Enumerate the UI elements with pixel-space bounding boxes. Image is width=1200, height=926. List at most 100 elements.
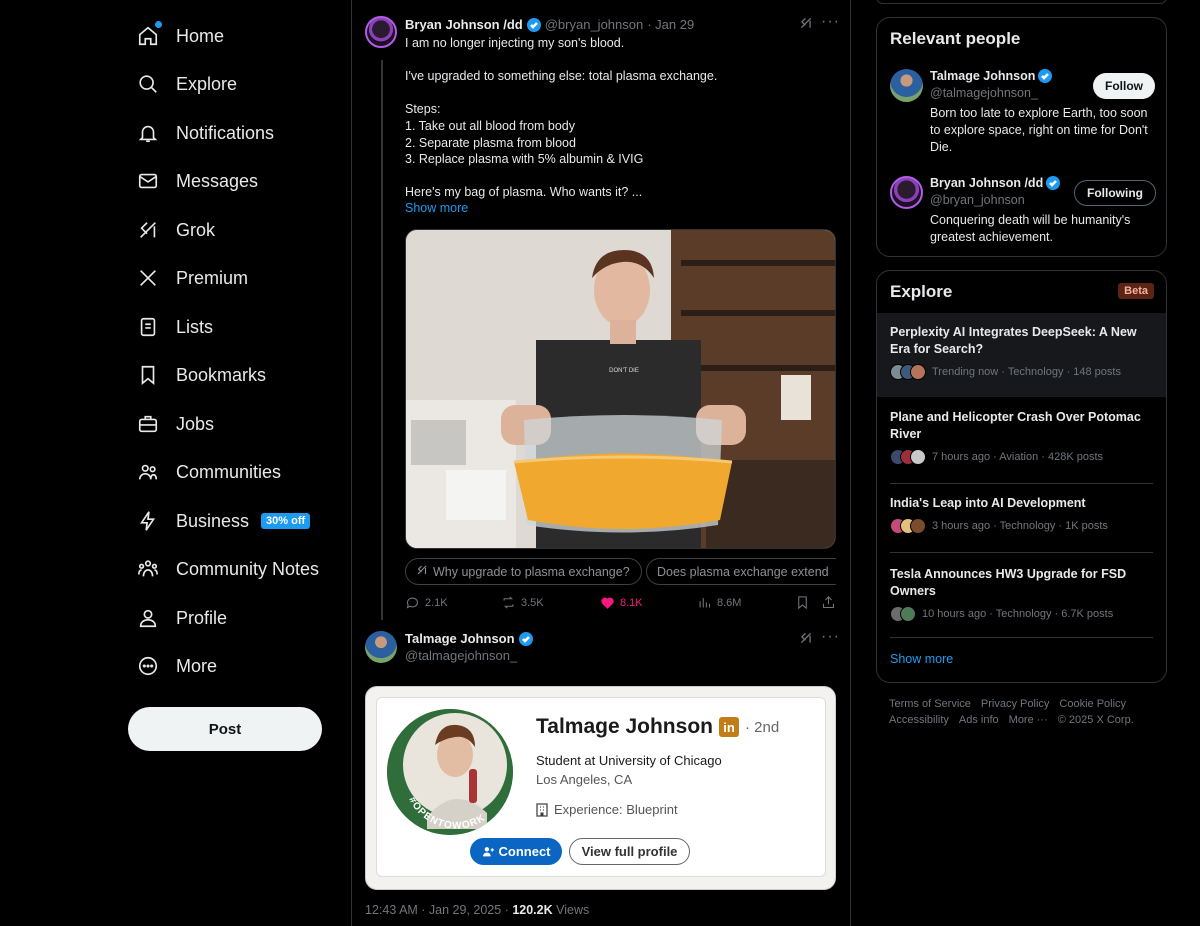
trend-item[interactable]: Plane and Helicopter Crash Over Potomac … [877, 409, 1166, 465]
briefcase-icon [136, 412, 160, 436]
tweet-datetime[interactable]: 12:43 AM · Jan 29, 2025 · [365, 903, 509, 917]
lightning-icon [136, 509, 160, 533]
person-name[interactable]: Talmage Johnson [930, 69, 1035, 83]
author-name[interactable]: Talmage Johnson [405, 631, 515, 646]
nav-label: Profile [176, 607, 228, 628]
explore-panel: Explore Beta Perplexity AI Integrates De… [876, 270, 1167, 683]
following-button[interactable]: Following [1074, 180, 1156, 206]
nav-bookmarks[interactable]: Bookmarks [136, 355, 266, 395]
show-more-link[interactable]: Show more [405, 201, 468, 215]
nav-notifications[interactable]: Notifications [136, 113, 274, 153]
share-icon [822, 596, 835, 609]
terms-link[interactable]: Terms of Service [889, 698, 971, 710]
avatar[interactable] [890, 69, 923, 102]
more-link[interactable]: More ··· [1009, 714, 1048, 726]
panel-title: Explore [890, 282, 953, 301]
trend-meta-row: 7 hours ago · Aviation · 428K posts [890, 449, 1153, 465]
bookmark-icon [798, 596, 807, 610]
facepile [890, 606, 916, 622]
nav-more[interactable]: More [136, 646, 217, 686]
author-name[interactable]: Bryan Johnson /dd [405, 17, 523, 32]
person-name-line: Bryan Johnson /dd [930, 176, 1061, 190]
nav-grok[interactable]: Grok [136, 210, 215, 250]
nav-explore[interactable]: Explore [136, 64, 237, 104]
panel-top-stub [876, 0, 1167, 4]
divider [890, 637, 1153, 638]
like-button[interactable]: 8.1K [600, 595, 643, 610]
nav-label: Jobs [176, 413, 215, 434]
tweet-text: I am no longer injecting my son's blood.… [405, 36, 718, 200]
follow-button[interactable]: Follow [1093, 73, 1155, 99]
more-options-icon[interactable]: ··· [821, 628, 840, 646]
accessibility-link[interactable]: Accessibility [889, 714, 949, 726]
reply-author: Talmage Johnson [405, 631, 533, 646]
person-name[interactable]: Bryan Johnson /dd [930, 176, 1043, 190]
trend-meta-row: 3 hours ago · Technology · 1K posts [890, 518, 1153, 534]
footer-links: Terms of Service Privacy Policy Cookie P… [889, 698, 1126, 710]
repost-button[interactable]: 3.5K [501, 595, 544, 610]
experience-text: Experience: Blueprint [554, 802, 678, 817]
grok-icon [136, 218, 160, 242]
author-handle[interactable]: @talmagejohnson_ [405, 648, 517, 663]
grok-icon[interactable] [799, 16, 813, 33]
avatar[interactable] [890, 176, 923, 209]
tweet-photo[interactable]: DON'T DIE [405, 229, 836, 549]
divider [890, 552, 1153, 553]
nav-label: Lists [176, 316, 214, 337]
nav-jobs[interactable]: Jobs [136, 404, 214, 444]
avatar[interactable] [365, 631, 397, 663]
nav-community-notes[interactable]: Community Notes [136, 549, 319, 589]
reply-button[interactable]: 2.1K [405, 595, 448, 610]
grok-icon[interactable] [799, 631, 813, 648]
ads-info-link[interactable]: Ads info [959, 714, 999, 726]
views-label: Views [556, 903, 590, 917]
connect-button: Connect [470, 838, 562, 865]
trend-item[interactable]: Tesla Announces HW3 Upgrade for FSD Owne… [877, 566, 1166, 622]
opentowork-photo: #OPENTOWORK [387, 709, 513, 835]
tweet-timestamp[interactable]: · Jan 29 [647, 17, 694, 32]
home-icon [136, 21, 162, 48]
nav-label: Business [176, 510, 250, 531]
show-more-link[interactable]: Show more [890, 652, 953, 666]
bookmark-button[interactable] [795, 595, 810, 610]
views-button[interactable]: 8.6M [697, 595, 741, 610]
verified-badge-icon [1046, 176, 1061, 190]
privacy-link[interactable]: Privacy Policy [981, 698, 1049, 710]
post-button[interactable]: Post [128, 707, 322, 751]
list-icon [136, 315, 160, 339]
nav-lists[interactable]: Lists [136, 307, 213, 347]
nav-label: Communities [176, 461, 282, 482]
tweet-metadata: 12:43 AM · Jan 29, 2025 · 120.2K Views [365, 903, 589, 917]
unread-dot [155, 21, 162, 28]
facepile [890, 364, 926, 380]
nav-home[interactable]: Home [136, 16, 224, 56]
person-icon [136, 606, 160, 630]
share-button[interactable] [821, 595, 836, 610]
analytics-icon [699, 598, 711, 608]
person-handle: @talmagejohnson_ [930, 86, 1038, 100]
person-name-line: Talmage Johnson [930, 69, 1053, 83]
author-handle[interactable]: @bryan_johnson [545, 17, 643, 32]
nav-messages[interactable]: Messages [136, 161, 258, 201]
grok-suggestion-chip[interactable]: Why upgrade to plasma exchange? [405, 558, 642, 585]
reply-handle-line: @talmagejohnson_ [405, 648, 517, 663]
bell-icon [136, 121, 160, 145]
nav-label: Grok [176, 219, 216, 240]
trend-item[interactable]: Perplexity AI Integrates DeepSeek: A New… [877, 313, 1166, 397]
cookie-link[interactable]: Cookie Policy [1059, 698, 1126, 710]
more-options-icon[interactable]: ··· [821, 13, 840, 31]
trend-title: India's Leap into AI Development [890, 496, 1086, 510]
verified-badge-icon [526, 17, 541, 32]
nav-business[interactable]: Business 30% off [136, 501, 311, 541]
person-handle: @bryan_johnson [930, 193, 1025, 207]
discount-badge: 30% off [261, 513, 311, 529]
nav-premium[interactable]: Premium [136, 258, 248, 298]
avatar[interactable] [365, 16, 397, 48]
linkedin-card-image[interactable]: #OPENTOWORK Talmage Johnson in · 2nd Stu… [365, 686, 836, 890]
trend-item[interactable]: India's Leap into AI Development 3 hours… [877, 495, 1166, 534]
nav-communities[interactable]: Communities [136, 452, 281, 492]
nav-profile[interactable]: Profile [136, 598, 227, 638]
grok-suggestion-chip[interactable]: Does plasma exchange extend [646, 558, 836, 585]
nav-label: More [176, 655, 218, 676]
nav-label: Notifications [176, 122, 275, 143]
